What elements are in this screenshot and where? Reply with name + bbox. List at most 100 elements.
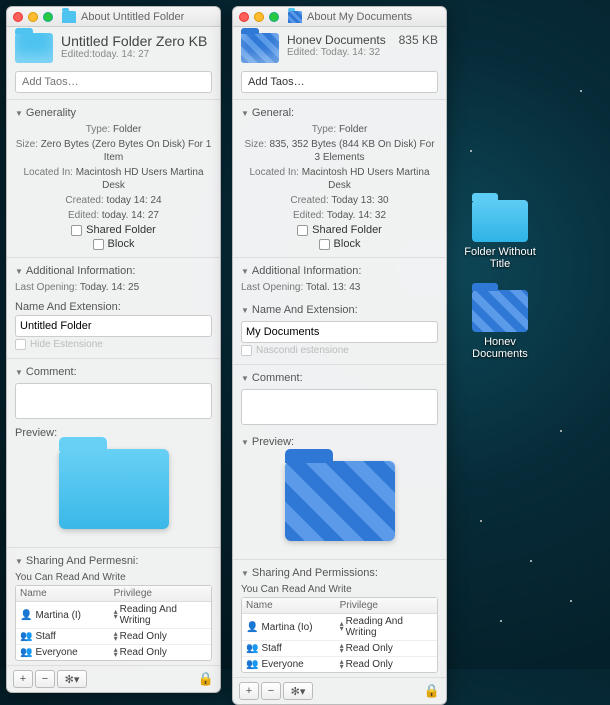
header-edited: Edited:today. 14: 27 [61,49,212,60]
folder-icon [15,33,53,63]
row-size: Size: Zero Bytes (Zero Bytes On Disk) Fo… [15,137,212,165]
row-edited: Edited: Today. 14: 32 [241,208,438,223]
titlebar[interactable]: About My Documents [233,7,446,27]
row-located: Located In: Macintosh HD Users Martina D… [241,165,438,193]
folder-icon [62,11,76,23]
hide-ext-checkbox [15,339,26,350]
section-general[interactable]: Generality [15,104,212,122]
folder-icon [241,33,279,63]
folder-icon [288,11,302,23]
row-created: Created: Today 13: 30 [241,193,438,208]
group-icon: 👥 [246,659,258,670]
section-name-extension[interactable]: Name And Extension: [241,301,438,319]
block-checkbox[interactable] [93,239,104,250]
table-row[interactable]: 👥Staff▴▾Read Only [242,641,437,657]
user-icon: 👤 [20,610,32,621]
hide-ext-checkbox [241,345,252,356]
group-icon: 👥 [20,631,32,642]
group-icon: 👥 [20,647,32,658]
permissions-table: NamePrivilege 👤Martina (I)▴▾Reading And … [15,585,212,661]
header-edited: Edited: Today. 14: 32 [287,47,438,58]
col-name: Name [16,586,110,601]
table-row[interactable]: 👥Everyone▴▾Read Only [242,657,437,672]
titlebar[interactable]: About Untitled Folder [7,7,220,27]
perm-summary: You Can Read And Write [15,570,212,585]
updown-icon[interactable]: ▴▾ [340,660,344,670]
table-row[interactable]: 👥Staff▴▾Read Only [16,629,211,645]
add-button[interactable]: + [239,682,259,700]
tags-input[interactable] [241,71,438,93]
section-permissions[interactable]: Sharing And Permesni: [15,552,212,570]
block-label: Block [108,238,135,250]
section-general[interactable]: General: [241,104,438,122]
section-additional[interactable]: Additional Information: [241,262,438,280]
section-permissions[interactable]: Sharing And Permissions: [241,564,438,582]
folder-icon [472,200,528,242]
row-located: Located In: Macintosh HD Users Martina D… [15,165,212,193]
info-window-untitled: About Untitled Folder Untitled Folder Ze… [6,6,221,693]
close-icon[interactable] [239,12,249,22]
desktop-icon-label: Honev Documents [460,336,540,360]
user-icon: 👤 [246,622,258,633]
row-last-opening: Last Opening: Today. 14: 25 [15,280,212,295]
preview-folder-icon [285,461,395,541]
folder-icon [472,290,528,332]
comment-input[interactable] [241,389,438,425]
section-preview[interactable]: Preview: [241,433,438,451]
desktop-icon-folder-without-title[interactable]: Folder Without Title [460,200,540,270]
action-menu-button[interactable]: ✻▾ [283,682,313,700]
lock-icon[interactable]: 🔒 [424,683,440,699]
zoom-icon[interactable] [43,12,53,22]
row-type: Type: Folder [15,122,212,137]
close-icon[interactable] [13,12,23,22]
comment-input[interactable] [15,383,212,419]
minimize-icon[interactable] [254,12,264,22]
hide-ext-label: Hide Estensione [30,339,103,350]
header-size: 835 KB [399,33,438,47]
table-row[interactable]: 👥Everyone▴▾Read Only [16,645,211,660]
add-button[interactable]: + [13,670,33,688]
shared-checkbox[interactable] [71,225,82,236]
col-privilege: Privilege [110,586,211,601]
block-checkbox[interactable] [319,239,330,250]
zoom-icon[interactable] [269,12,279,22]
group-icon: 👥 [246,643,258,654]
section-additional[interactable]: Additional Information: [15,262,212,280]
label-name-extension: Name And Extension: [15,301,212,313]
minimize-icon[interactable] [28,12,38,22]
desktop-icon-label: Folder Without Title [460,246,540,270]
name-extension-input[interactable] [241,321,438,343]
remove-button[interactable]: − [35,670,55,688]
shared-label: Shared Folder [86,224,156,236]
remove-button[interactable]: − [261,682,281,700]
table-row[interactable]: 👤Martina (I)▴▾Reading And Writing [16,602,211,629]
updown-icon[interactable]: ▴▾ [114,632,118,642]
updown-icon[interactable]: ▴▾ [114,648,118,658]
desktop-icon-honey-documents[interactable]: Honev Documents [460,290,540,360]
table-row[interactable]: 👤Martina (Io)▴▾Reading And Writing [242,614,437,641]
row-last-opening: Last Opening: Total. 13: 43 [241,280,438,295]
info-window-mydocuments: About My Documents Honev Documents 835 K… [232,6,447,705]
row-size: Size: 835, 352 Bytes (844 KB On Disk) Fo… [241,137,438,165]
shared-checkbox[interactable] [297,225,308,236]
action-menu-button[interactable]: ✻▾ [57,670,87,688]
preview-folder-icon [59,449,169,529]
tags-input[interactable] [15,71,212,93]
section-comment[interactable]: Comment: [241,369,438,387]
section-comment[interactable]: Comment: [15,363,212,381]
row-edited: Edited: today. 14: 27 [15,208,212,223]
col-privilege: Privilege [336,598,437,613]
shared-label: Shared Folder [312,224,382,236]
hide-ext-label: Nascondi estensione [256,345,349,356]
name-extension-input[interactable] [15,315,212,337]
updown-icon[interactable]: ▴▾ [114,610,118,620]
lock-icon[interactable]: 🔒 [198,671,214,687]
block-label: Block [334,238,361,250]
col-name: Name [242,598,336,613]
perm-summary: You Can Read And Write [241,582,438,597]
permissions-table: NamePrivilege 👤Martina (Io)▴▾Reading And… [241,597,438,673]
window-title: About My Documents [307,11,412,23]
row-created: Created: today 14: 24 [15,193,212,208]
updown-icon[interactable]: ▴▾ [340,622,344,632]
updown-icon[interactable]: ▴▾ [340,644,344,654]
